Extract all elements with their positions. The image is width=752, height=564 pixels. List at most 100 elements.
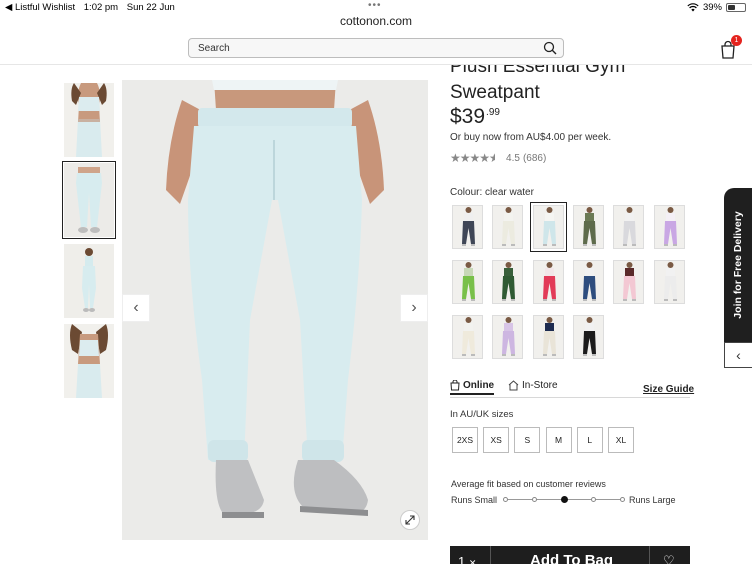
size-option-2xs[interactable]: 2XS — [452, 427, 478, 453]
buy-now-pay-later-text: Or buy now from AU$4.00 per week. — [450, 132, 612, 143]
thumbnail-1[interactable] — [64, 83, 114, 157]
fit-indicator-dot — [560, 496, 568, 503]
thumbnail-1-image — [64, 83, 114, 157]
chevron-left-icon: ‹ — [133, 299, 139, 316]
thumbnail-4[interactable] — [64, 324, 114, 398]
swatch-image — [573, 261, 603, 303]
size-option-m[interactable]: M — [545, 427, 572, 453]
chevron-left-icon: ‹ — [736, 347, 741, 363]
swatch-image — [493, 261, 523, 303]
product-price: $39.99 — [450, 105, 500, 129]
chevron-down-icon: ✕ — [468, 558, 477, 564]
status-right: 39% — [687, 2, 746, 13]
swatch-image — [533, 316, 563, 358]
colour-swatch[interactable] — [572, 205, 604, 249]
colour-swatch[interactable] — [492, 205, 524, 249]
colour-swatch[interactable] — [492, 260, 524, 304]
colour-label: Colour: clear water — [450, 187, 534, 198]
expand-image-button[interactable] — [400, 510, 420, 530]
wifi-icon — [687, 3, 699, 12]
size-guide-link[interactable]: Size Guide — [643, 384, 694, 395]
thumbnail-2-image — [64, 163, 114, 237]
product-rating[interactable]: ★★★★★ 4.5 (686) — [450, 151, 546, 165]
fit-runs-large: Runs Large — [629, 495, 676, 505]
colour-swatch[interactable] — [532, 260, 564, 304]
tab-in-store[interactable]: In-Store — [508, 380, 558, 391]
swatch-image — [453, 206, 482, 248]
colour-swatch[interactable] — [532, 315, 564, 359]
tab-online-label: Online — [463, 380, 495, 391]
status-bar: ◀ Listful Wishlist 1:02 pm Sun 22 Jun ••… — [0, 0, 752, 14]
quantity-value: 1 — [458, 554, 466, 564]
swatch-image — [573, 206, 603, 248]
colour-swatch-selected[interactable] — [529, 202, 567, 252]
thumbnail-3-image — [64, 244, 114, 318]
swatch-image — [453, 261, 482, 303]
colour-swatch[interactable] — [452, 315, 483, 359]
colour-swatch[interactable] — [653, 260, 685, 304]
fit-scale-dot — [532, 497, 538, 502]
status-date: Sun 22 Jun — [126, 2, 175, 13]
fit-scale-dot — [503, 497, 508, 502]
size-option-l[interactable]: L — [576, 427, 603, 453]
colour-swatch[interactable] — [452, 260, 483, 304]
swatch-image — [654, 261, 684, 303]
add-to-bag-button[interactable]: Add To Bag — [530, 552, 613, 564]
product-main-image[interactable] — [122, 80, 428, 540]
next-image-button[interactable]: › — [400, 294, 428, 322]
size-option-xl[interactable]: XL — [608, 427, 634, 453]
star-rating-icon: ★★★★★ — [450, 151, 496, 165]
divider — [490, 546, 491, 564]
colour-swatch[interactable] — [613, 205, 645, 249]
url-bar[interactable]: cottonon.com — [0, 14, 752, 32]
shopping-bag-button[interactable]: 1 — [718, 35, 742, 60]
join-free-delivery-tab[interactable]: Join for Free Delivery — [724, 188, 752, 342]
swatch-image — [533, 206, 563, 248]
swatch-image — [614, 206, 644, 248]
search-input[interactable]: Search — [188, 38, 564, 58]
thumbnail-2-selected[interactable] — [62, 161, 116, 239]
previous-image-button[interactable]: ‹ — [122, 294, 150, 322]
tab-online[interactable]: Online — [450, 380, 495, 395]
product-photo — [122, 80, 428, 540]
price-dollars: $39 — [450, 105, 486, 128]
battery-icon — [726, 3, 746, 12]
back-to-app-link[interactable]: ◀ Listful Wishlist — [5, 2, 75, 13]
review-count: (686) — [522, 152, 547, 164]
size-option-xs[interactable]: XS — [483, 427, 510, 453]
colour-label-prefix: Colour: — [450, 187, 483, 198]
fit-scale-dot — [620, 497, 625, 502]
multitasking-dots-icon[interactable]: ••• — [368, 0, 382, 11]
colour-swatch[interactable] — [572, 315, 604, 359]
divider — [649, 546, 650, 564]
status-left: ◀ Listful Wishlist 1:02 pm Sun 22 Jun — [5, 2, 181, 13]
colour-swatch[interactable] — [452, 205, 483, 249]
colour-swatch[interactable] — [653, 205, 685, 249]
swatch-image — [573, 316, 603, 358]
colour-swatch[interactable] — [572, 260, 604, 304]
rating-value: 4.5 — [506, 152, 520, 164]
quantity-select[interactable]: 1 ✕ — [458, 554, 476, 564]
search-icon[interactable] — [543, 41, 557, 55]
colour-swatch[interactable] — [613, 260, 645, 304]
swatch-image — [453, 316, 482, 358]
swatch-image — [614, 261, 644, 303]
collapse-promo-button[interactable]: ‹ — [724, 342, 752, 368]
shopping-bag-icon — [450, 380, 460, 391]
site-header: Search 1 — [0, 32, 752, 65]
swatch-image — [654, 206, 684, 248]
selected-colour-name: clear water — [485, 187, 534, 198]
thumbnail-3[interactable] — [64, 244, 114, 318]
tab-in-store-label: In-Store — [522, 380, 558, 391]
chevron-right-icon: › — [411, 299, 417, 316]
colour-swatch[interactable] — [492, 315, 524, 359]
cart-count-badge: 1 — [731, 35, 742, 46]
size-option-s[interactable]: S — [514, 427, 541, 453]
fit-runs-small: Runs Small — [451, 495, 498, 505]
status-time: 1:02 pm — [83, 2, 119, 13]
price-cents: .99 — [486, 107, 500, 118]
add-to-bag-bar: 1 ✕ Add To Bag ♡ — [450, 546, 690, 564]
wishlist-heart-icon[interactable]: ♡ — [663, 553, 675, 564]
fit-scale-dot — [590, 497, 596, 502]
store-icon — [508, 380, 519, 391]
